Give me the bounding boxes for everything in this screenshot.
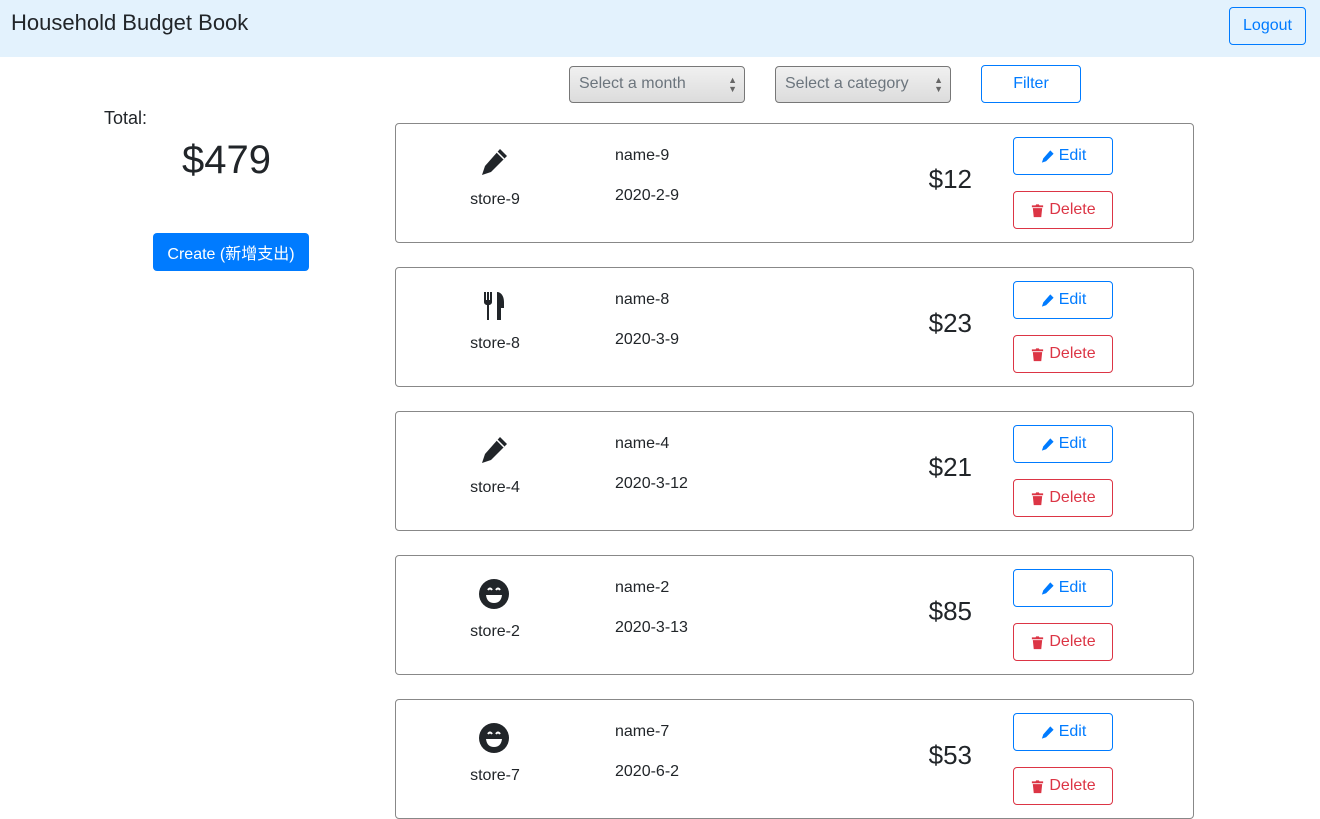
month-select-placeholder: Select a month <box>579 75 686 92</box>
expense-date: 2020-3-13 <box>615 619 688 636</box>
edit-button[interactable]: Edit <box>1013 713 1113 751</box>
trash-icon <box>1030 491 1045 506</box>
total-value: $479 <box>182 138 271 182</box>
trash-icon <box>1030 203 1045 218</box>
expense-name: name-2 <box>615 579 670 596</box>
pencil-icon <box>1040 725 1055 740</box>
expense-amount: $21 <box>928 452 972 482</box>
total-label: Total: <box>104 108 148 128</box>
edit-label: Edit <box>1058 723 1087 740</box>
expense-date: 2020-3-12 <box>615 475 688 492</box>
expense-date: 2020-2-9 <box>615 187 680 204</box>
expense-amount: $23 <box>928 308 972 338</box>
logout-button[interactable]: Logout <box>1229 7 1306 45</box>
expense-card: store-9 name-9 2020-2-9 $12 Edit Delete <box>395 123 1194 243</box>
delete-label: Delete <box>1049 633 1096 650</box>
pencil-icon <box>478 146 510 178</box>
pencil-icon <box>1040 437 1055 452</box>
expense-store: store-7 <box>470 767 520 784</box>
category-select-placeholder: Select a category <box>785 75 909 92</box>
expense-date: 2020-6-2 <box>615 763 680 780</box>
edit-button[interactable]: Edit <box>1013 569 1113 607</box>
delete-button[interactable]: Delete <box>1013 767 1113 805</box>
delete-button[interactable]: Delete <box>1013 623 1113 661</box>
pencil-icon <box>478 434 510 466</box>
filter-button[interactable]: Filter <box>981 65 1081 103</box>
edit-button[interactable]: Edit <box>1013 137 1113 175</box>
delete-button[interactable]: Delete <box>1013 335 1113 373</box>
edit-label: Edit <box>1058 147 1087 164</box>
edit-button[interactable]: Edit <box>1013 425 1113 463</box>
expense-store: store-9 <box>470 191 520 208</box>
expense-name: name-4 <box>615 435 670 452</box>
create-expense-button[interactable]: Create (新增支出) <box>153 233 309 271</box>
trash-icon <box>1030 347 1045 362</box>
delete-label: Delete <box>1049 201 1096 218</box>
edit-button[interactable]: Edit <box>1013 281 1113 319</box>
trash-icon <box>1030 779 1045 794</box>
delete-label: Delete <box>1049 777 1096 794</box>
select-arrows-icon: ▲ ▼ <box>934 75 943 94</box>
utensils-icon <box>478 290 510 322</box>
expense-store: store-4 <box>470 479 520 496</box>
category-select[interactable]: Select a category ▲ ▼ <box>775 66 951 103</box>
expense-card: store-8 name-8 2020-3-9 $23 Edit Delete <box>395 267 1194 387</box>
expense-card: store-4 name-4 2020-3-12 $21 Edit Delete <box>395 411 1194 531</box>
trash-icon <box>1030 635 1045 650</box>
expense-name: name-9 <box>615 147 670 164</box>
edit-label: Edit <box>1058 291 1087 308</box>
delete-label: Delete <box>1049 489 1096 506</box>
expense-date: 2020-3-9 <box>615 331 680 348</box>
app-title: Household Budget Book <box>11 10 249 35</box>
delete-label: Delete <box>1049 345 1096 362</box>
delete-button[interactable]: Delete <box>1013 479 1113 517</box>
smile-icon <box>478 578 510 610</box>
expense-name: name-7 <box>615 723 670 740</box>
delete-button[interactable]: Delete <box>1013 191 1113 229</box>
select-arrows-icon: ▲ ▼ <box>728 75 737 94</box>
pencil-icon <box>1040 149 1055 164</box>
expense-card: store-2 name-2 2020-3-13 $85 Edit Delete <box>395 555 1194 675</box>
expense-store: store-8 <box>470 335 520 352</box>
month-select[interactable]: Select a month ▲ ▼ <box>569 66 745 103</box>
smile-icon <box>478 722 510 754</box>
navbar: Household Budget Book Logout <box>0 0 1320 57</box>
expense-store: store-2 <box>470 623 520 640</box>
expense-amount: $12 <box>928 164 972 194</box>
expense-amount: $85 <box>928 596 972 626</box>
edit-label: Edit <box>1058 579 1087 596</box>
pencil-icon <box>1040 581 1055 596</box>
pencil-icon <box>1040 293 1055 308</box>
expense-amount: $53 <box>928 740 972 770</box>
edit-label: Edit <box>1058 435 1087 452</box>
expense-card: store-7 name-7 2020-6-2 $53 Edit Delete <box>395 699 1194 819</box>
expense-name: name-8 <box>615 291 670 308</box>
